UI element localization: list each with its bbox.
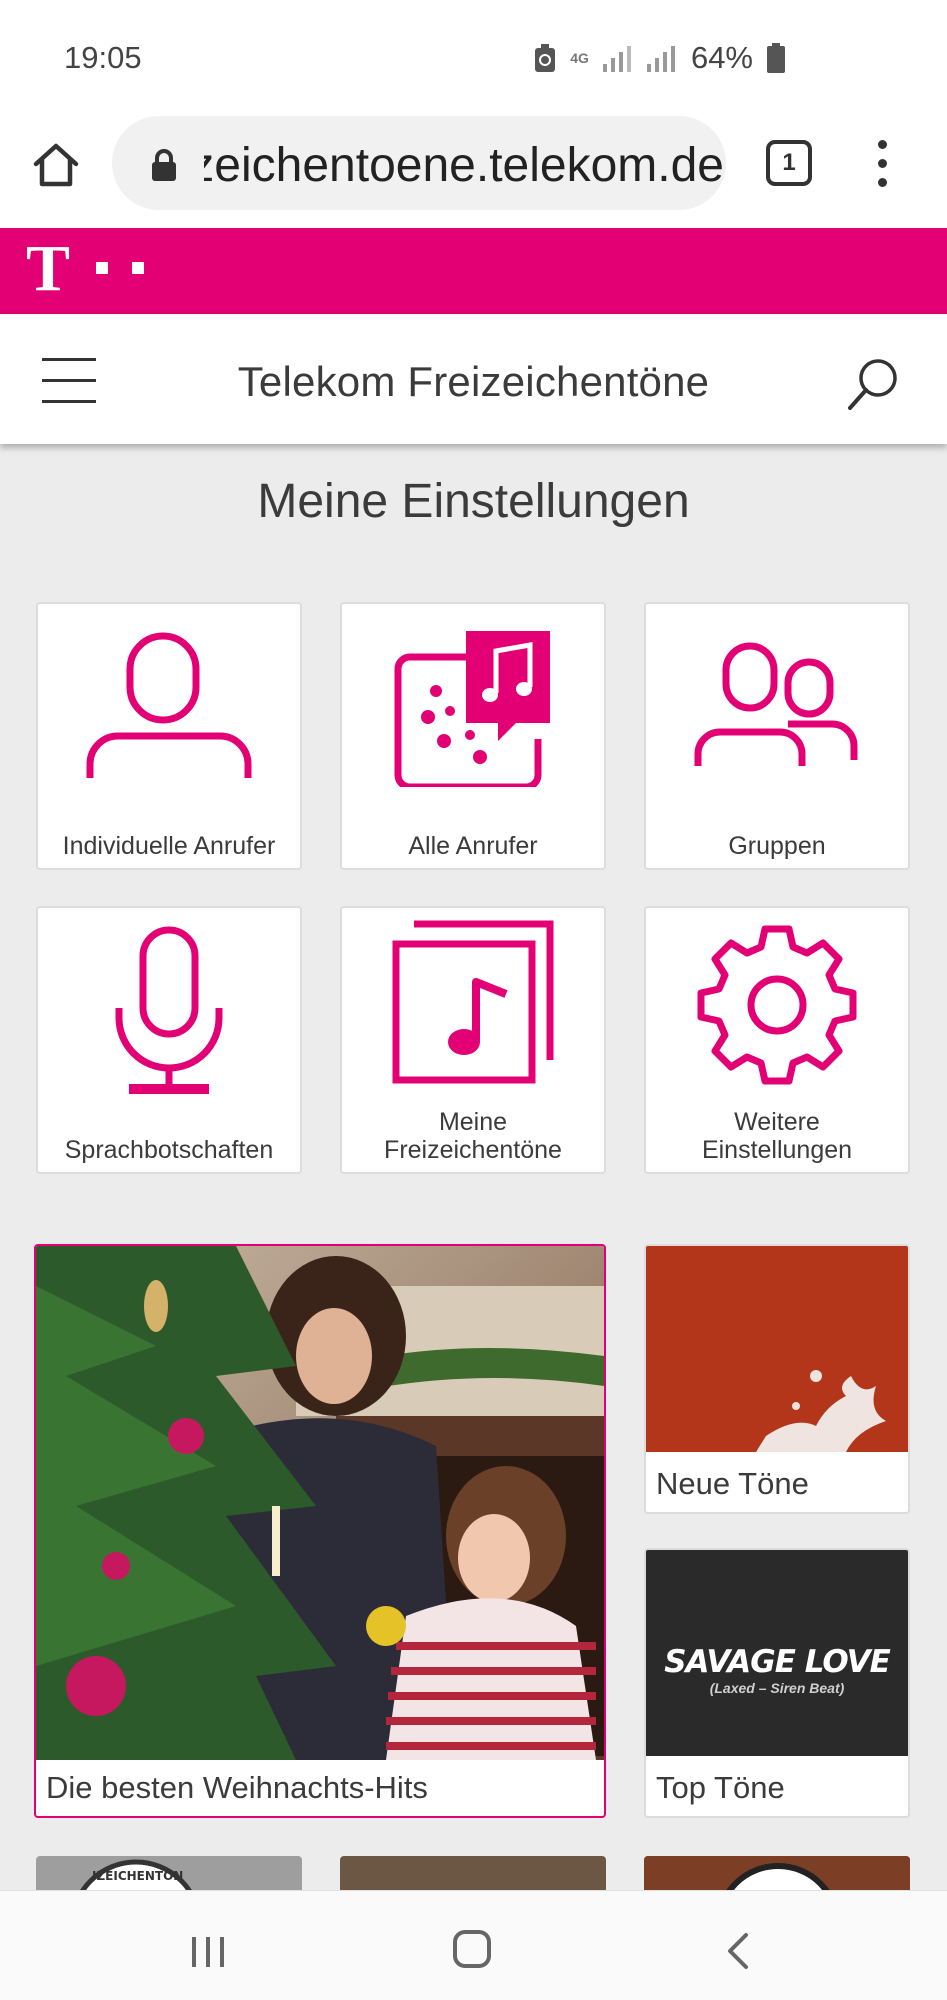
promo-neue-toene[interactable]: Neue Töne [644, 1244, 910, 1514]
page: 19:05 4G 64% freizeichentoene.telekom.de… [0, 0, 947, 2000]
search-icon[interactable] [844, 356, 902, 414]
svg-text:IZEICHENTON: IZEICHENTON [92, 1869, 183, 1883]
christmas-tree-photo [36, 1246, 604, 1760]
status-time: 19:05 [64, 40, 142, 75]
address-bar[interactable]: freizeichentoene.telekom.de [112, 116, 726, 210]
promo-label: Die besten Weihnachts-Hits [46, 1770, 428, 1805]
promo-label: Top Töne [656, 1770, 785, 1805]
tile-label: Sprachbotschaften [64, 1136, 274, 1164]
promo-top-toene[interactable]: SAVAGE LOVE (Laxed – Siren Beat) Top Tön… [644, 1548, 910, 1818]
page-title: Telekom Freizeichentöne [237, 358, 710, 405]
person-icon [86, 632, 252, 778]
tile-gruppen[interactable]: Gruppen [644, 602, 910, 870]
tile-sprachbotschaften[interactable]: Sprachbotschaften [36, 906, 302, 1174]
cover-title: SAVAGE LOVE [664, 1644, 891, 1680]
browser-menu-icon[interactable] [872, 140, 892, 192]
back-icon[interactable] [722, 1931, 752, 1971]
app-header: Telekom Freizeichentöne [0, 314, 947, 444]
tile-weitere-einstellungen[interactable]: Weitere Einstellungen [644, 906, 910, 1174]
tile-label: Meine Freizeichentöne [384, 1108, 562, 1164]
browser-toolbar: freizeichentoene.telekom.de 1 [0, 100, 947, 228]
telekom-logo-dots [96, 262, 144, 274]
tile-label: Gruppen [728, 832, 826, 860]
group-icon [694, 642, 858, 766]
recycle-notification-icon [535, 44, 556, 72]
promo-weihnachts-hits[interactable]: Die besten Weihnachts-Hits [34, 1244, 606, 1818]
nav-home-icon[interactable] [452, 1929, 492, 1969]
tile-label: Alle Anrufer [408, 832, 538, 860]
cover-subtitle: (Laxed – Siren Beat) [709, 1680, 845, 1696]
signal-icon-2 [646, 46, 675, 72]
microphone-icon [115, 926, 223, 1094]
savage-love-cover: SAVAGE LOVE (Laxed – Siren Beat) [646, 1550, 908, 1756]
recent-apps-icon[interactable] [190, 1935, 226, 1969]
telekom-brand-bar: T [0, 228, 947, 314]
tile-meine-freizeichentoene[interactable]: Meine Freizeichentöne [340, 906, 606, 1174]
tile-individuelle-anrufer[interactable]: Individuelle Anrufer [36, 602, 302, 870]
gear-icon [697, 925, 857, 1085]
section-title: Meine Einstellungen [257, 475, 690, 528]
music-album-icon [392, 920, 554, 1084]
android-nav-bar [0, 1890, 947, 2000]
tile-label: Individuelle Anrufer [62, 832, 276, 860]
tile-label: Weitere Einstellungen [701, 1108, 853, 1164]
telekom-logo[interactable]: T [26, 236, 70, 302]
battery-percent: 64% [690, 40, 753, 75]
tile-alle-anrufer[interactable]: Alle Anrufer [340, 602, 606, 870]
home-icon[interactable] [30, 138, 82, 190]
status-icons: 4G 64% [534, 40, 785, 76]
url-text[interactable]: freizeichentoene.telekom.de [204, 138, 724, 193]
tab-count-button[interactable]: 1 [766, 140, 812, 186]
battery-icon [767, 43, 785, 73]
red-splash-image [646, 1246, 908, 1452]
promo-label: Neue Töne [656, 1466, 809, 1501]
signal-icon-1 [602, 46, 631, 72]
music-chat-icon [394, 631, 550, 787]
network-type-label: 4G [570, 50, 589, 66]
lock-icon [152, 149, 176, 181]
